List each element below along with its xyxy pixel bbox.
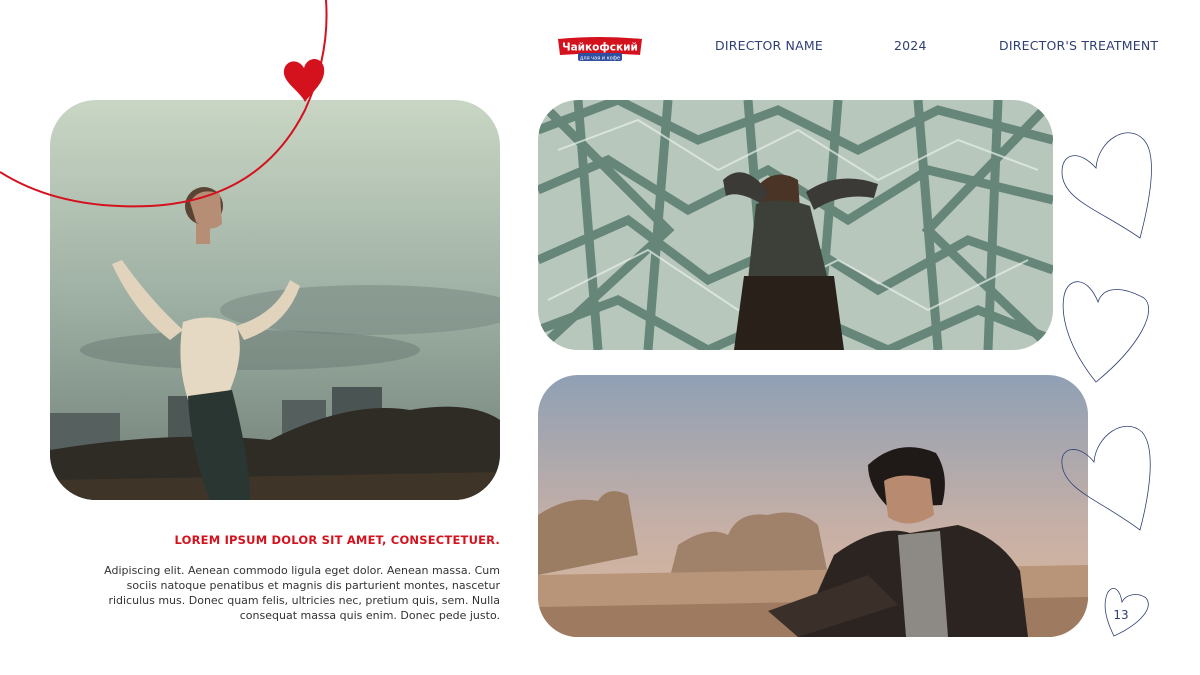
doc-title: DIRECTOR'S TREATMENT: [999, 38, 1159, 53]
photo-man-desert: [538, 375, 1088, 637]
brand-logo-text: Чайкофский: [562, 42, 638, 54]
brand-logo: Чайкофский для чая и кофе: [556, 36, 644, 62]
photo-dancer-lattice: [538, 100, 1053, 350]
brand-logo-tagline: для чая и кофе: [580, 55, 620, 61]
director-name: DIRECTOR NAME: [715, 38, 823, 53]
page-number: 13: [1113, 608, 1129, 622]
year-label: 2024: [894, 38, 927, 53]
photo-dancer-field: [50, 100, 500, 500]
heart-icon: [283, 59, 325, 102]
heart-outline-icon: [1062, 281, 1149, 383]
content-headline: LOREM IPSUM DOLOR SIT AMET, CONSECTETUER…: [174, 533, 500, 547]
heart-outline-icon: [1061, 132, 1152, 239]
content-body: Adipiscing elit. Aenean commodo ligula e…: [104, 564, 500, 622]
